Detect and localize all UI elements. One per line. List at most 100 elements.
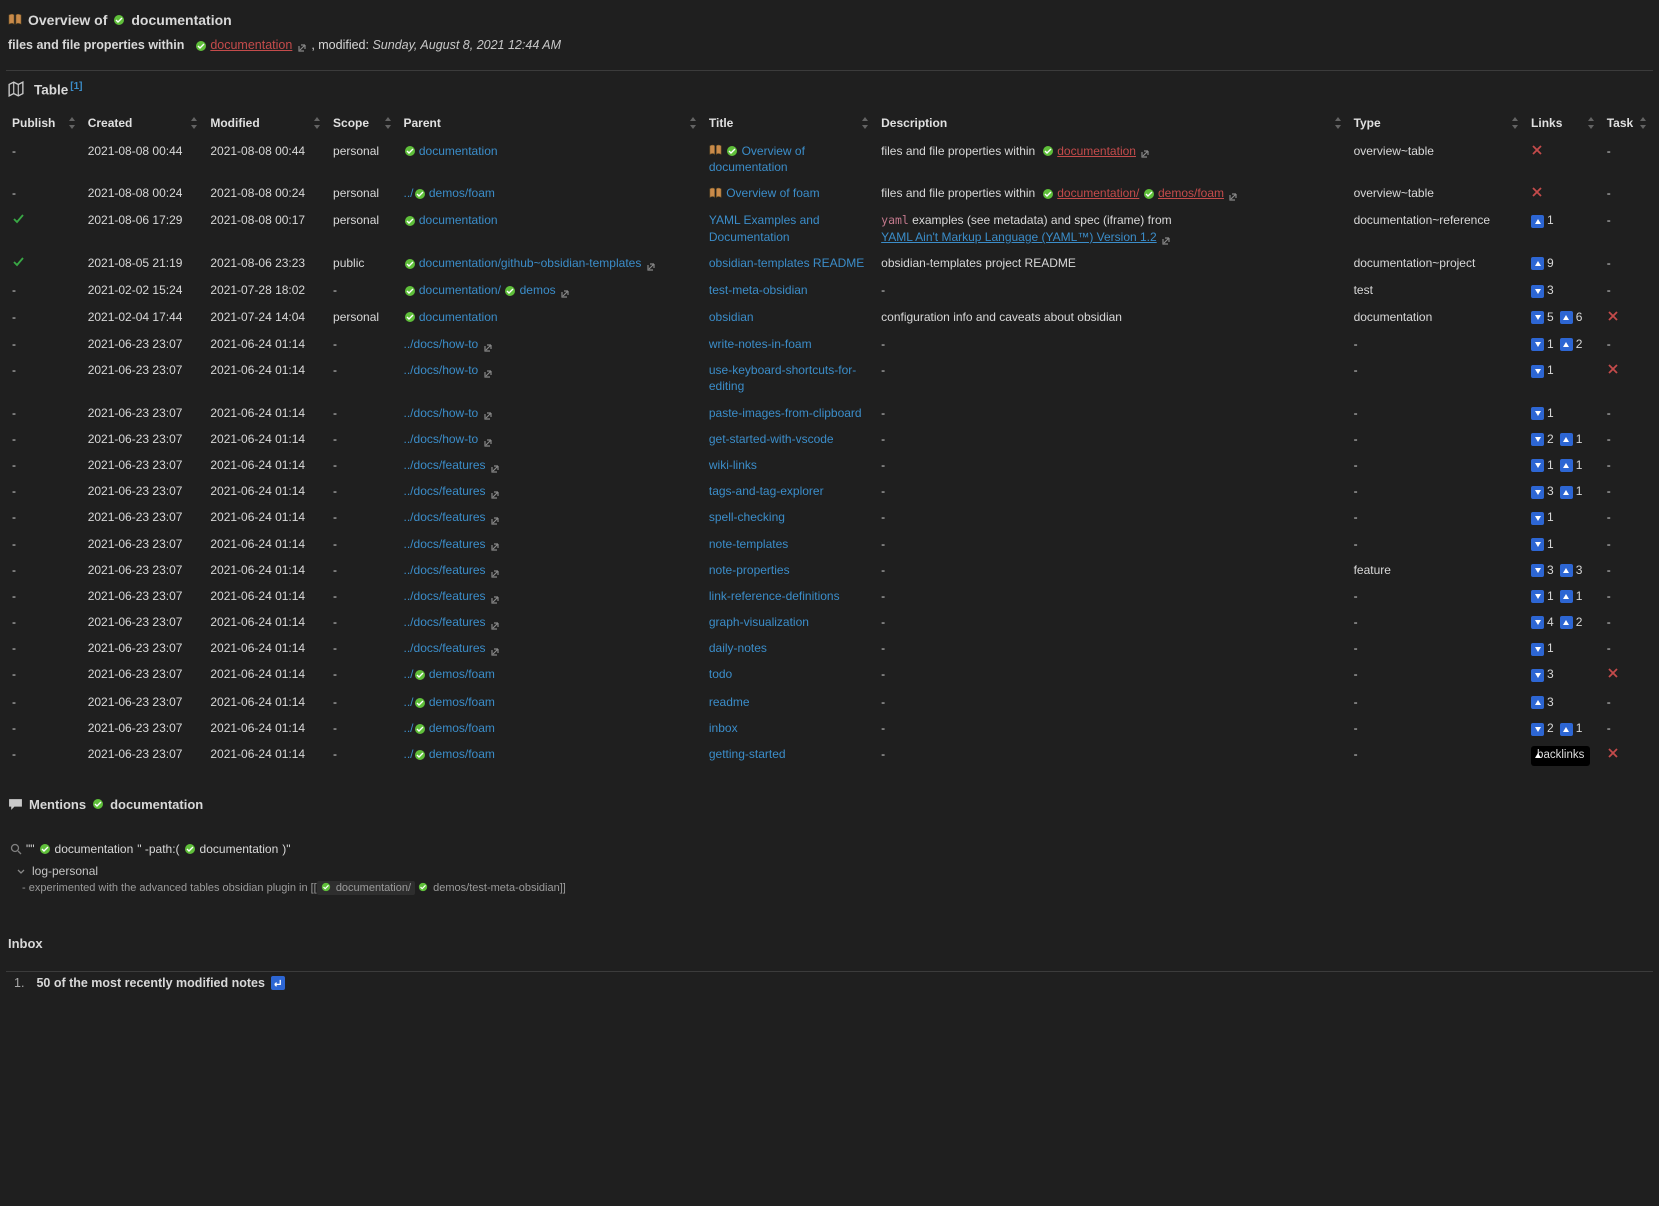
col-title[interactable]: Title [703, 108, 875, 138]
green-check-icon [404, 311, 416, 323]
parent-link[interactable]: documentation [419, 144, 498, 158]
up-arrow-icon[interactable] [1560, 723, 1573, 736]
title-link[interactable]: get-started-with-vscode [709, 432, 834, 446]
parent-link[interactable]: demos [520, 283, 556, 297]
table-row: -2021-08-08 00:242021-08-08 00:24persona… [6, 180, 1653, 208]
table-row: -2021-06-23 23:072021-06-24 01:14-../ de… [6, 661, 1653, 689]
desc-link[interactable]: YAML Ain't Markup Language (YAML™) Versi… [881, 230, 1157, 244]
title-link[interactable]: inbox [709, 721, 738, 735]
title-link[interactable]: use-keyboard-shortcuts-for-editing [709, 363, 856, 393]
title-link[interactable]: Overview of documentation [709, 144, 805, 174]
up-arrow-icon[interactable] [1560, 433, 1573, 446]
parent-link[interactable]: demos/foam [429, 721, 495, 735]
parent-link[interactable]: docs/how-to [414, 406, 479, 420]
down-arrow-icon[interactable] [1531, 407, 1544, 420]
parent-link[interactable]: demos/foam [429, 667, 495, 681]
up-arrow-icon[interactable] [1560, 564, 1573, 577]
col-created[interactable]: Created [82, 108, 205, 138]
down-arrow-icon[interactable] [1531, 365, 1544, 378]
parent-link[interactable]: docs/features [414, 458, 486, 472]
desc-link[interactable]: documentation/ [1057, 186, 1139, 200]
desc-link[interactable]: documentation [1057, 144, 1136, 158]
down-arrow-icon[interactable] [1531, 285, 1544, 298]
col-scope[interactable]: Scope [327, 108, 397, 138]
footnote-link[interactable]: [1] [70, 81, 82, 92]
parent-link[interactable]: documentation [419, 213, 498, 227]
down-arrow-icon[interactable] [1531, 486, 1544, 499]
parent-link[interactable]: demos/foam [429, 747, 495, 761]
title-link[interactable]: tags-and-tag-explorer [709, 484, 824, 498]
down-arrow-icon[interactable] [1531, 338, 1544, 351]
title-link[interactable]: obsidian-templates README [709, 256, 864, 270]
parent-link[interactable]: docs/features [414, 641, 486, 655]
col-task[interactable]: Task [1601, 108, 1653, 138]
title-link[interactable]: spell-checking [709, 510, 785, 524]
up-arrow-icon[interactable] [1531, 696, 1544, 709]
title-link[interactable]: write-notes-in-foam [709, 337, 812, 351]
down-arrow-icon[interactable] [1531, 433, 1544, 446]
down-arrow-icon[interactable] [1531, 616, 1544, 629]
up-arrow-icon[interactable] [1560, 486, 1573, 499]
down-arrow-icon[interactable] [1531, 459, 1544, 472]
up-arrow-icon[interactable] [1531, 257, 1544, 270]
title-link[interactable]: wiki-links [709, 458, 757, 472]
title-link[interactable]: daily-notes [709, 641, 767, 655]
result-body[interactable]: - experimented with the advanced tables … [16, 882, 1643, 894]
up-arrow-icon[interactable] [1560, 459, 1573, 472]
parent-link[interactable]: demos/foam [429, 186, 495, 200]
title-link[interactable]: note-properties [709, 563, 790, 577]
parent-link[interactable]: docs/features [414, 615, 486, 629]
down-arrow-icon[interactable] [1531, 311, 1544, 324]
up-arrow-icon[interactable] [1560, 311, 1573, 324]
parent-link[interactable]: docs/features [414, 484, 486, 498]
down-arrow-icon[interactable] [1531, 590, 1544, 603]
title-link[interactable]: graph-visualization [709, 615, 809, 629]
title-link[interactable]: test-meta-obsidian [709, 283, 808, 297]
col-type[interactable]: Type [1348, 108, 1525, 138]
col-modified[interactable]: Modified [204, 108, 327, 138]
parent-link[interactable]: docs/features [414, 510, 486, 524]
table-row: 2021-08-05 21:192021-08-06 23:23public d… [6, 250, 1653, 277]
parent-link[interactable]: docs/features [414, 563, 486, 577]
title-link[interactable]: readme [709, 695, 750, 709]
down-arrow-icon[interactable] [1531, 723, 1544, 736]
parent-link[interactable]: docs/how-to [414, 337, 479, 351]
title-link[interactable]: YAML Examples and Documentation [709, 213, 820, 243]
result-title[interactable]: log-personal [32, 864, 98, 878]
col-links[interactable]: Links [1525, 108, 1601, 138]
parent-link[interactable]: documentation/github~obsidian-templates [419, 256, 641, 270]
title-link[interactable]: todo [709, 667, 732, 681]
title-link[interactable]: Overview of foam [726, 186, 819, 200]
up-arrow-icon[interactable] [1560, 338, 1573, 351]
parent-link[interactable]: docs/how-to [414, 432, 479, 446]
desc-link[interactable]: demos/foam [1158, 186, 1224, 200]
col-publish[interactable]: Publish [6, 108, 82, 138]
subtitle-link[interactable]: documentation [210, 38, 292, 52]
down-arrow-icon[interactable] [1531, 564, 1544, 577]
parent-link[interactable]: docs/features [414, 537, 486, 551]
up-arrow-icon[interactable] [1560, 590, 1573, 603]
up-arrow-icon[interactable] [1531, 215, 1544, 228]
title-link[interactable]: getting-started [709, 747, 786, 761]
up-arrow-icon[interactable] [1531, 749, 1544, 762]
parent-link[interactable]: documentation/ [419, 283, 501, 297]
page-subtitle: files and file properties within documen… [8, 38, 1651, 52]
down-arrow-icon[interactable] [1531, 512, 1544, 525]
inbox-item[interactable]: 1. 50 of the most recently modified note… [14, 976, 1659, 990]
parent-link[interactable]: docs/how-to [414, 363, 479, 377]
chevron-down-icon[interactable] [16, 866, 26, 876]
parent-link[interactable]: demos/foam [429, 695, 495, 709]
down-arrow-icon[interactable] [1531, 538, 1544, 551]
search-result[interactable]: log-personal - experimented with the adv… [0, 858, 1659, 900]
title-link[interactable]: paste-images-from-clipboard [709, 406, 862, 420]
title-link[interactable]: link-reference-definitions [709, 589, 840, 603]
down-arrow-icon[interactable] [1531, 643, 1544, 656]
parent-link[interactable]: docs/features [414, 589, 486, 603]
title-link[interactable]: obsidian [709, 310, 754, 324]
col-description[interactable]: Description [875, 108, 1347, 138]
col-parent[interactable]: Parent [398, 108, 703, 138]
up-arrow-icon[interactable] [1560, 616, 1573, 629]
down-arrow-icon[interactable] [1531, 669, 1544, 682]
parent-link[interactable]: documentation [419, 310, 498, 324]
title-link[interactable]: note-templates [709, 537, 788, 551]
